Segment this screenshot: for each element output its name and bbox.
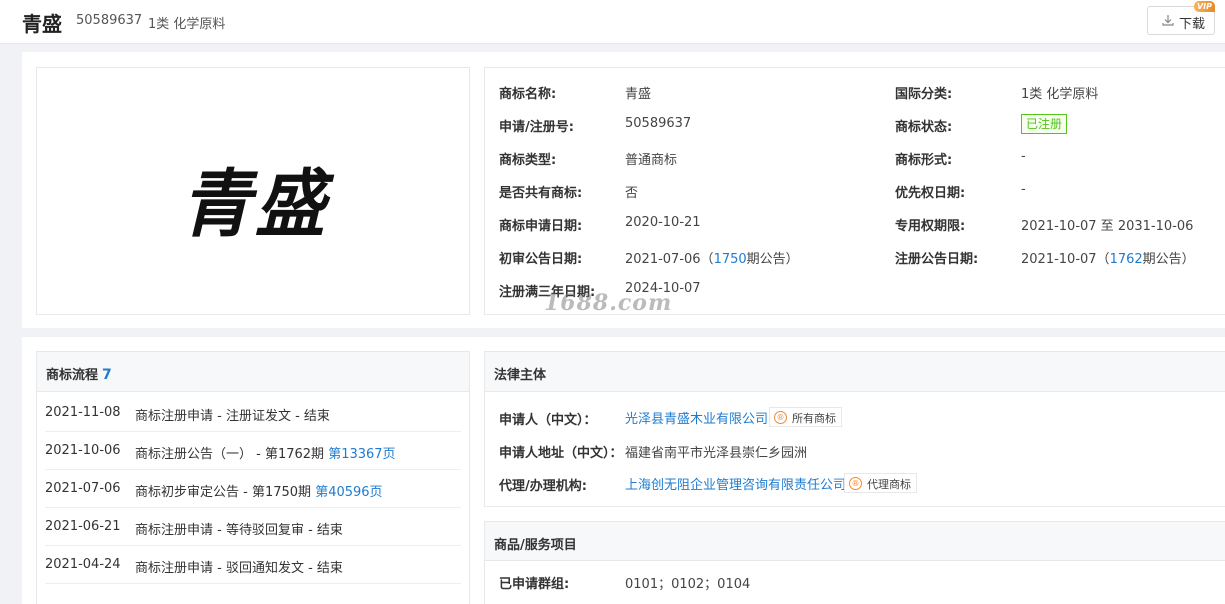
registered-icon: ® <box>774 411 787 424</box>
bottom-panel: 商标流程 7 2021-11-08 商标注册申请 - 注册证发文 - 结束 202… <box>22 337 1225 604</box>
goods-header: 商品/服务项目 <box>485 522 1225 561</box>
flow-row: 2021-10-06 商标注册公告（一） - 第1762期 第13367页 <box>45 432 461 470</box>
flow-text-main: 商标注册公告（一） - 第1762期 <box>135 447 329 462</box>
label-type: 商标类型: <box>499 153 557 168</box>
goods-title: 商品/服务项目 <box>494 538 577 553</box>
flow-text: 商标初步审定公告 - 第1750期 第40596页 <box>135 481 383 500</box>
value-shared: 否 <box>625 186 639 201</box>
agent-trademarks-label: 代理商标 <box>867 478 911 491</box>
label-prelim-date: 初审公告日期: <box>499 252 583 267</box>
top-bar: 青盛 50589637 1类 化学原料 下载 VIP <box>0 0 1225 44</box>
flow-title: 商标流程 7 <box>46 364 112 383</box>
reg-issue-link[interactable]: 1762 <box>1110 252 1143 267</box>
flow-count: 7 <box>102 367 112 383</box>
value-type: 普通商标 <box>625 153 678 168</box>
flow-text: 商标注册申请 - 等待驳回复审 - 结束 <box>135 523 343 538</box>
label-exclusive-period: 专用权期限: <box>895 219 966 234</box>
label-apply-date: 商标申请日期: <box>499 219 583 234</box>
value-intl-class: 1类 化学原料 <box>1021 87 1099 102</box>
prelim-date-text: 2021-07-06（ <box>625 252 714 267</box>
value-address: 福建省南平市光泽县崇仁乡园洲 <box>625 446 808 461</box>
label-form: 商标形式: <box>895 153 953 168</box>
registration-number: 50589637 <box>76 13 143 28</box>
flow-page-link[interactable]: 第13367页 <box>328 447 395 462</box>
flow-date: 2021-06-21 <box>45 519 121 534</box>
value-groups: 0101；0102；0104 <box>625 577 751 592</box>
trademark-image-box: 青盛 <box>36 67 470 315</box>
flow-text: 商标注册申请 - 注册证发文 - 结束 <box>135 409 330 424</box>
value-priority: - <box>1021 182 1026 197</box>
download-label: 下载 <box>1179 17 1206 32</box>
value-prelim-date: 2021-07-06（1750期公告） <box>625 248 799 267</box>
value-reg-no: 50589637 <box>625 116 692 131</box>
registered-icon: ® <box>849 477 862 490</box>
download-icon <box>1162 15 1174 26</box>
legal-section: 法律主体 申请人（中文）： 光泽县青盛木业有限公司 ® 所有商标 申请人地址（中文… <box>484 351 1225 507</box>
all-trademarks-label: 所有商标 <box>792 412 836 425</box>
flow-row: 2021-07-06 商标初步审定公告 - 第1750期 第40596页 <box>45 470 461 508</box>
value-exclusive-period: 2021-10-07 至 2031-10-06 <box>1021 219 1194 234</box>
label-priority: 优先权日期: <box>895 186 966 201</box>
flow-date: 2021-10-06 <box>45 443 121 458</box>
label-applicant: 申请人（中文）： <box>499 413 597 428</box>
flow-row: 2021-06-21 商标注册申请 - 等待驳回复审 - 结束 <box>45 508 461 546</box>
trademark-title: 青盛 <box>22 12 62 36</box>
value-name: 青盛 <box>625 87 652 102</box>
prelim-issue-link[interactable]: 1750 <box>714 252 747 267</box>
flow-date: 2021-04-24 <box>45 557 121 572</box>
label-reg-announce: 注册公告日期: <box>895 252 979 267</box>
flow-title-text: 商标流程 <box>46 368 99 383</box>
flow-text: 商标注册公告（一） - 第1762期 第13367页 <box>135 443 396 462</box>
label-reg-no: 申请/注册号: <box>499 120 574 135</box>
label-address: 申请人地址（中文）： <box>499 446 623 461</box>
flow-header: 商标流程 7 <box>37 352 469 392</box>
flow-row: 2021-04-24 商标注册申请 - 驳回通知发文 - 结束 <box>45 546 461 584</box>
reg-issue-suffix: 期公告） <box>1142 252 1195 267</box>
agent-link[interactable]: 上海创无阻企业管理咨询有限责任公司 <box>625 474 846 493</box>
flow-row: 2021-11-08 商标注册申请 - 注册证发文 - 结束 <box>45 394 461 432</box>
flow-date: 2021-11-08 <box>45 405 121 420</box>
vip-badge: VIP <box>1193 1 1215 12</box>
label-groups: 已申请群组: <box>499 577 570 592</box>
label-status: 商标状态: <box>895 120 953 135</box>
info-panel: 青盛 商标名称: 青盛 申请/注册号: 50589637 商标类型: 普通商标 … <box>22 52 1225 328</box>
flow-text: 商标注册申请 - 驳回通知发文 - 结束 <box>135 561 343 576</box>
status-badge: 已注册 <box>1021 114 1068 134</box>
all-trademarks-tag[interactable]: ® 所有商标 <box>769 407 842 427</box>
prelim-issue-suffix: 期公告） <box>746 252 799 267</box>
reg-announce-text: 2021-10-07（ <box>1021 252 1110 267</box>
agent-trademarks-tag[interactable]: ® 代理商标 <box>844 473 917 493</box>
label-name: 商标名称: <box>499 87 557 102</box>
goods-section: 商品/服务项目 已申请群组: 0101；0102；0104 <box>484 521 1225 604</box>
label-intl-class: 国际分类: <box>895 87 953 102</box>
flow-date: 2021-07-06 <box>45 481 121 496</box>
flow-text-main: 商标初步审定公告 - 第1750期 <box>135 485 316 500</box>
trademark-detail-box: 商标名称: 青盛 申请/注册号: 50589637 商标类型: 普通商标 是否共… <box>484 67 1225 315</box>
trademark-image: 青盛 <box>181 160 329 248</box>
download-button[interactable]: 下载 VIP <box>1147 1 1215 35</box>
trademark-class: 1类 化学原料 <box>148 17 226 32</box>
value-apply-date: 2020-10-21 <box>625 215 701 230</box>
value-reg-announce: 2021-10-07（1762期公告） <box>1021 248 1195 267</box>
label-shared: 是否共有商标: <box>499 186 583 201</box>
watermark: 1688.com <box>544 290 673 316</box>
label-agent: 代理/办理机构: <box>499 479 587 494</box>
legal-header: 法律主体 <box>485 352 1225 392</box>
flow-section: 商标流程 7 2021-11-08 商标注册申请 - 注册证发文 - 结束 202… <box>36 351 470 604</box>
flow-page-link[interactable]: 第40596页 <box>315 485 382 500</box>
value-form: - <box>1021 149 1026 164</box>
applicant-link[interactable]: 光泽县青盛木业有限公司 <box>625 408 768 427</box>
legal-title: 法律主体 <box>494 368 547 383</box>
